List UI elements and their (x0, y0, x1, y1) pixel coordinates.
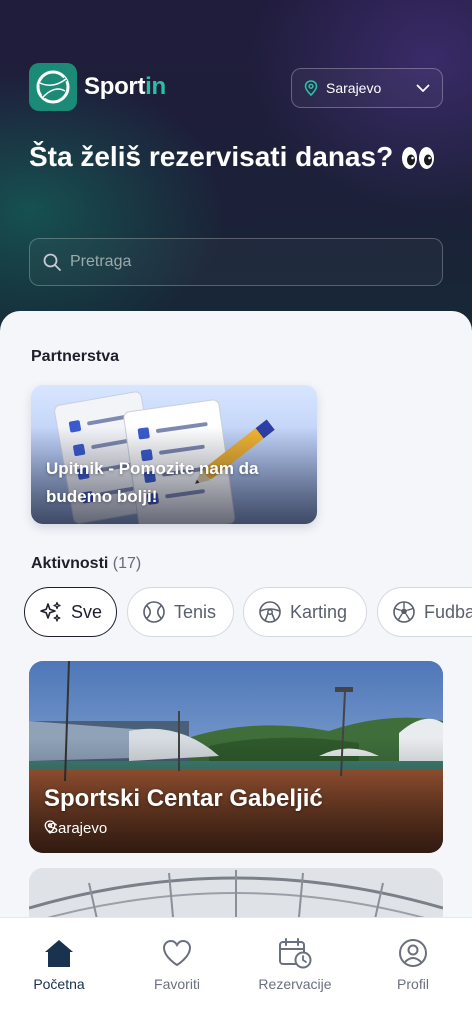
venue-name: Sportski Centar Gabeljić (44, 785, 323, 812)
city-select[interactable]: Sarajevo (291, 68, 443, 108)
search-input[interactable] (70, 253, 410, 271)
steering-wheel-icon (258, 600, 282, 624)
partnership-card-title: Upitnik - Pomozite nam da budemo bolji! (46, 459, 259, 506)
hero-header: Sportin Sarajevo Šta želiš rezervisati d… (0, 0, 472, 360)
search-icon (42, 252, 62, 272)
user-icon (398, 936, 428, 970)
page-title-text: Šta želiš rezervisati danas? (29, 141, 394, 172)
partnerships-heading: Partnerstva (31, 348, 120, 365)
app-name-part1: Sport (84, 73, 146, 100)
nav-label: Profil (397, 976, 429, 992)
nav-item-pocetna[interactable]: Početna (0, 918, 118, 1024)
chip-label: Sve (71, 601, 103, 622)
tennis-ball-icon (142, 600, 166, 624)
logo-mark-icon (29, 63, 77, 111)
sparkles-icon (39, 600, 63, 624)
nav-label: Favoriti (154, 976, 200, 992)
chip-label: Karting (290, 601, 348, 622)
nav-item-favoriti[interactable]: Favoriti (118, 918, 236, 1024)
home-icon (43, 936, 75, 970)
nav-label: Rezervacije (258, 976, 332, 992)
venue-location-text: Sarajevo (48, 820, 108, 837)
app-logo: Sportin (29, 63, 166, 111)
app-name: Sportin (84, 73, 166, 101)
chip-label: Fudbal (424, 601, 472, 622)
bottom-nav: Početna Favoriti Rezervacije Profil (0, 917, 472, 1024)
activities-title: Aktivnosti (31, 555, 109, 572)
activities-heading: Aktivnosti (17) (31, 555, 141, 573)
chip-label: Tenis (174, 601, 217, 622)
nav-item-rezervacije[interactable]: Rezervacije (236, 918, 354, 1024)
partnership-card[interactable]: Upitnik - Pomozite nam da budemo bolji! (31, 385, 317, 524)
map-pin-icon (304, 80, 318, 96)
city-select-value: Sarajevo (326, 80, 382, 96)
chip-karting[interactable]: Karting (243, 587, 367, 637)
search-bar[interactable] (29, 238, 443, 286)
chip-sve[interactable]: Sve (24, 587, 117, 637)
calendar-clock-icon (278, 936, 312, 970)
nav-item-profil[interactable]: Profil (354, 918, 472, 1024)
activities-count: (17) (112, 555, 142, 572)
chevron-down-icon (416, 84, 430, 93)
chip-fudbal[interactable]: Fudbal (377, 587, 472, 637)
activity-filter-chips: Sve Tenis Karting Fudbal (24, 587, 472, 637)
eyes-emoji-icon (401, 146, 435, 170)
heart-icon (162, 936, 192, 970)
chip-tenis[interactable]: Tenis (127, 587, 234, 637)
page-title: Šta želiš rezervisati danas? (29, 138, 449, 175)
venue-location: Sarajevo (44, 820, 107, 837)
nav-label: Početna (33, 976, 85, 992)
app-name-part2: in (145, 73, 166, 100)
soccer-ball-icon (392, 600, 416, 624)
venue-card[interactable]: Sportski Centar Gabeljić Sarajevo (29, 661, 443, 853)
